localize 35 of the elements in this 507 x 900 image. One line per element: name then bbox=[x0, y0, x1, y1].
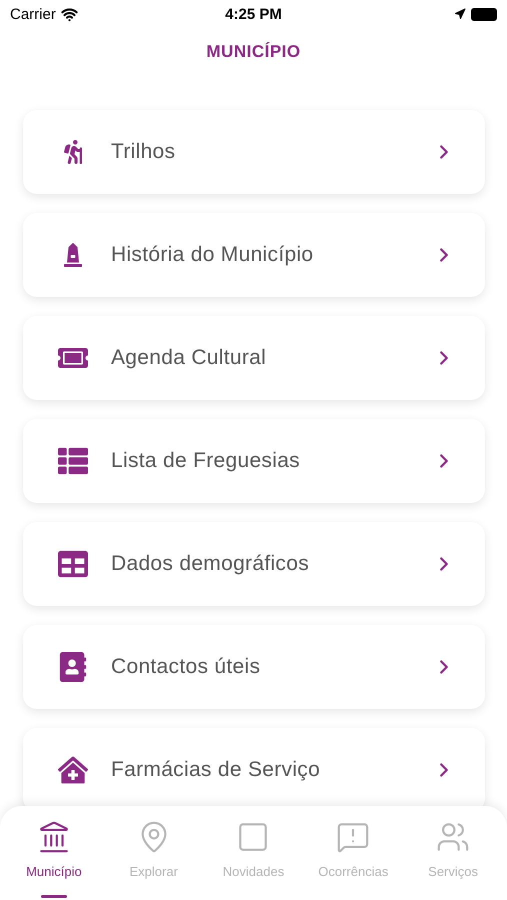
menu-card[interactable]: Lista de Freguesias bbox=[23, 419, 485, 503]
location-icon bbox=[454, 8, 466, 20]
menu-card[interactable]: Contactos úteis bbox=[23, 625, 485, 709]
carrier-label: Carrier bbox=[10, 6, 56, 22]
alert-bubble-icon bbox=[336, 820, 370, 854]
menu-label: Farmácias de Serviço bbox=[111, 758, 322, 782]
people-icon bbox=[436, 820, 470, 854]
menu-card[interactable]: História do Município bbox=[23, 213, 485, 297]
tab-label: Ocorrências bbox=[318, 864, 388, 879]
menu-card[interactable]: Trilhos bbox=[23, 110, 485, 194]
menu-label: Agenda Cultural bbox=[111, 346, 268, 370]
clinic-icon bbox=[58, 755, 88, 785]
tab-label: Explorar bbox=[129, 864, 178, 879]
menu-card[interactable]: Dados demográficos bbox=[23, 522, 485, 606]
menu-label: História do Município bbox=[111, 243, 314, 267]
wifi-icon bbox=[60, 6, 78, 22]
menu-label: Contactos úteis bbox=[111, 655, 262, 679]
clock-time: 4:25 PM bbox=[225, 6, 282, 22]
battery-icon bbox=[471, 8, 498, 20]
menu-card[interactable]: Agenda Cultural bbox=[23, 316, 485, 400]
menu-label: Dados demográficos bbox=[111, 552, 310, 576]
tab-item[interactable]: Município bbox=[4, 806, 104, 900]
table-icon bbox=[58, 549, 88, 579]
tab-label: Serviços bbox=[428, 864, 478, 879]
menu-label: Trilhos bbox=[111, 140, 176, 164]
hiker-icon bbox=[61, 140, 85, 164]
address-book-icon bbox=[58, 652, 88, 682]
menu-label: Lista de Freguesias bbox=[111, 449, 301, 473]
monument-icon bbox=[61, 243, 85, 267]
page-title: MUNICÍPIO bbox=[205, 42, 302, 62]
menu-card[interactable]: Farmácias de Serviço bbox=[23, 728, 485, 806]
list-icon bbox=[58, 446, 88, 476]
active-tab-indicator bbox=[40, 895, 67, 898]
tab-label: Município bbox=[26, 864, 82, 879]
tab-label: Novidades bbox=[222, 864, 284, 879]
